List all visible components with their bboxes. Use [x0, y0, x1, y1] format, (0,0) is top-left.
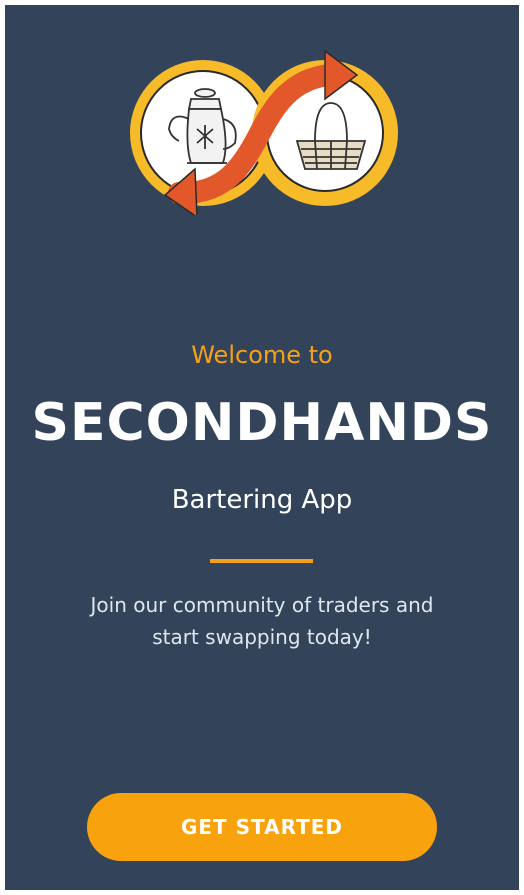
- description-line-2: start swapping today!: [152, 625, 372, 649]
- get-started-button[interactable]: GET STARTED: [87, 793, 437, 861]
- barter-exchange-logo: [130, 49, 398, 215]
- welcome-text: Welcome to: [191, 341, 333, 369]
- app-title: SECONDHANDS: [31, 393, 493, 453]
- app-tagline: Bartering App: [171, 485, 353, 515]
- welcome-screen: Welcome to SECONDHANDS Bartering App Joi…: [5, 5, 519, 890]
- accent-divider: [210, 559, 313, 563]
- description-line-1: Join our community of traders and: [90, 593, 434, 617]
- description-text: Join our community of traders and start …: [65, 589, 459, 653]
- get-started-label: GET STARTED: [180, 815, 344, 839]
